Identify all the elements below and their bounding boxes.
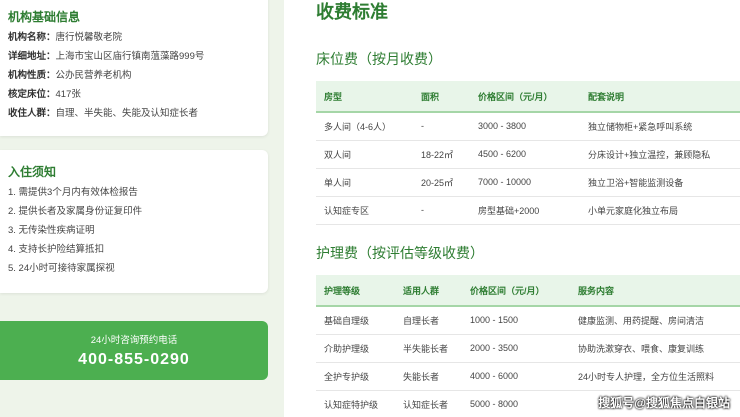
info-value: 自理、半失能、失能及认知症长者 [55, 108, 199, 119]
table-cell: 协助洗漱穿衣、喂食、康复训练 [570, 334, 740, 363]
bed-fee-section-title: 床位费（按月收费） [316, 51, 442, 67]
table-cell: - [413, 196, 470, 225]
page-title: 收费标准 [316, 2, 388, 22]
table-cell: 独立储物柜+紧急呼叫系统 [580, 112, 740, 141]
info-key: 核定床位： [8, 89, 56, 100]
table-cell: 单人间 [316, 168, 413, 197]
notice-item: 5. 24小时可接待家属探视 [8, 263, 115, 274]
left-column: 机构基础信息 机构名称：唐行悦馨敬老院 详细地址：上海市宝山区庙行镇南蕰藻路99… [0, 0, 268, 417]
fee-standard-panel: 收费标准 床位费（按月收费） 房型 面积 价格区间（元/月） 配套说明 多人间（… [284, 0, 740, 417]
table-cell: 自理长者 [395, 306, 462, 335]
table-row: 全护专护级 失能长者 4000 - 6000 24小时专人护理，全方位生活照料 [316, 362, 740, 391]
column-header: 价格区间（元/月） [470, 81, 580, 113]
table-cell: 小单元家庭化独立布局 [580, 196, 740, 225]
table-row: 基础自理级 自理长者 1000 - 1500 健康监测、用药提醒、房间清洁 [316, 306, 740, 335]
table-cell: 基础自理级 [316, 306, 395, 335]
table-cell: 18-22㎡ [413, 140, 470, 169]
admission-notice-title: 入住须知 [8, 165, 57, 179]
info-key: 机构名称： [8, 32, 56, 43]
table-cell: 独立卫浴+智能监测设备 [580, 168, 740, 197]
table-cell: 半失能长者 [395, 334, 462, 363]
table-row: 双人间 18-22㎡ 4500 - 6200 分床设计+独立温控，兼顾隐私 [316, 140, 740, 169]
table-cell: 4500 - 6200 [470, 140, 580, 169]
info-key: 机构性质： [8, 70, 56, 81]
table-cell: 认知症长者 [395, 390, 462, 417]
phone-label: 24小时咨询预约电话 [90, 335, 178, 346]
watermark: 搜狐号@搜狐焦点白银站 [598, 396, 730, 410]
table-cell: 双人间 [316, 140, 413, 169]
table-row: 认知症专区 - 房型基础+2000 小单元家庭化独立布局 [316, 196, 740, 225]
column-header: 价格区间（元/月） [462, 275, 570, 307]
institution-info-title: 机构基础信息 [8, 10, 81, 24]
notice-item: 1. 需提供3个月内有效体检报告 [8, 187, 138, 198]
column-header: 房型 [316, 81, 413, 113]
care-fee-section-title: 护理费（按评估等级收费） [316, 245, 484, 261]
info-value: 唐行悦馨敬老院 [55, 32, 123, 43]
table-cell: 全护专护级 [316, 362, 395, 391]
table-cell: 房型基础+2000 [470, 196, 580, 225]
table-cell: 2000 - 3500 [462, 334, 570, 363]
table-row: 多人间（4-6人） - 3000 - 3800 独立储物柜+紧急呼叫系统 [316, 112, 740, 141]
table-cell: 4000 - 6000 [462, 362, 570, 391]
table-cell: 认知症专区 [316, 196, 413, 225]
notice-item: 4. 支持长护险结算抵扣 [8, 244, 105, 255]
table-cell: 失能长者 [395, 362, 462, 391]
info-key: 收住人群： [8, 108, 56, 119]
table-cell: 多人间（4-6人） [316, 112, 413, 141]
table-row: 介助护理级 半失能长者 2000 - 3500 协助洗漱穿衣、喂食、康复训练 [316, 334, 740, 363]
info-row-nature: 机构性质：公办民营养老机构 [8, 70, 260, 82]
column-header: 适用人群 [395, 275, 462, 307]
table-header-row: 护理等级 适用人群 价格区间（元/月） 服务内容 [316, 275, 740, 307]
column-header: 护理等级 [316, 275, 395, 307]
institution-info-card: 机构基础信息 机构名称：唐行悦馨敬老院 详细地址：上海市宝山区庙行镇南蕰藻路99… [0, 0, 268, 136]
table-cell: 5000 - 8000 [462, 390, 570, 417]
info-row-residents: 收住人群：自理、半失能、失能及认知症长者 [8, 108, 260, 120]
info-row-address: 详细地址：上海市宝山区庙行镇南蕰藻路999号 [8, 51, 260, 63]
info-value: 公办民营养老机构 [55, 70, 132, 81]
table-row: 单人间 20-25㎡ 7000 - 10000 独立卫浴+智能监测设备 [316, 168, 740, 197]
info-row-beds: 核定床位：417张 [8, 89, 260, 101]
table-cell: 介助护理级 [316, 334, 395, 363]
info-value: 上海市宝山区庙行镇南蕰藻路999号 [55, 51, 205, 62]
admission-notice-card: 入住须知 1. 需提供3个月内有效体检报告 2. 提供长者及家属身份证复印件 3… [0, 150, 268, 293]
column-header: 配套说明 [580, 81, 740, 113]
table-cell: - [413, 112, 470, 141]
notice-item: 2. 提供长者及家属身份证复印件 [8, 206, 143, 217]
info-value: 417张 [55, 89, 81, 100]
table-cell: 认知症特护级 [316, 390, 395, 417]
admission-notice-list: 1. 需提供3个月内有效体检报告 2. 提供长者及家属身份证复印件 3. 无传染… [8, 187, 260, 275]
info-row-name: 机构名称：唐行悦馨敬老院 [8, 32, 260, 44]
table-cell: 24小时专人护理，全方位生活照料 [570, 362, 740, 391]
table-cell: 健康监测、用药提醒、房间清洁 [570, 306, 740, 335]
table-cell: 1000 - 1500 [462, 306, 570, 335]
table-cell: 分床设计+独立温控，兼顾隐私 [580, 140, 740, 169]
table-cell: 20-25㎡ [413, 168, 470, 197]
table-header-row: 房型 面积 价格区间（元/月） 配套说明 [316, 81, 740, 113]
phone-number[interactable]: 400-855-0290 [0, 351, 268, 369]
notice-item: 3. 无传染性疾病证明 [8, 225, 95, 236]
table-cell: 3000 - 3800 [470, 112, 580, 141]
table-cell: 7000 - 10000 [470, 168, 580, 197]
bed-fee-table: 房型 面积 价格区间（元/月） 配套说明 多人间（4-6人） - 3000 - … [316, 81, 740, 225]
column-header: 面积 [413, 81, 470, 113]
phone-consult-button[interactable]: 24小时咨询预约电话 400-855-0290 [0, 321, 268, 380]
column-header: 服务内容 [570, 275, 740, 307]
info-key: 详细地址： [8, 51, 56, 62]
